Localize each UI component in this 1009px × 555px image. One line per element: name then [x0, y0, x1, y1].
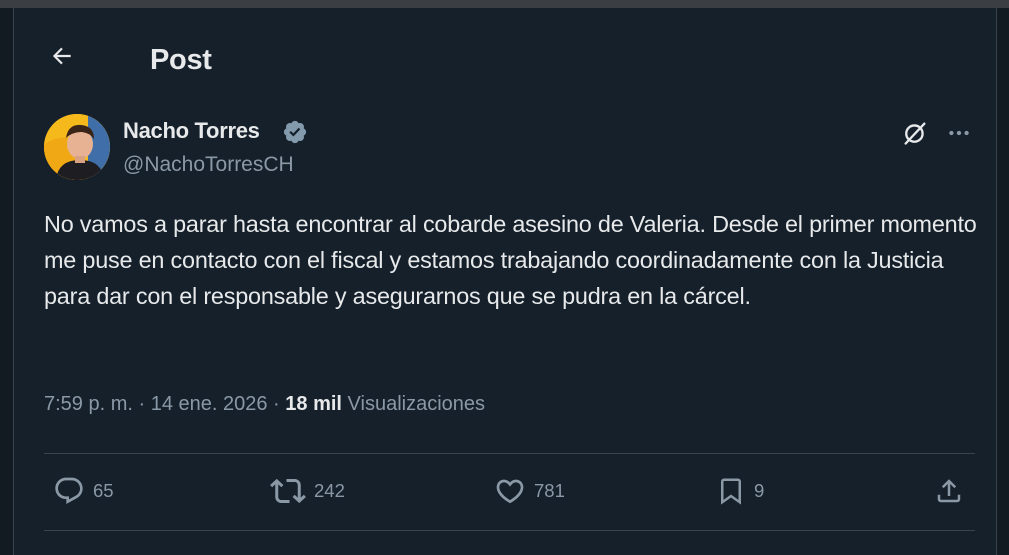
author-name[interactable]: Nacho Torres: [123, 118, 260, 144]
divider: [44, 530, 975, 531]
post-header: Post: [14, 8, 996, 98]
repost-count: 242: [314, 480, 345, 501]
divider: [44, 453, 975, 454]
reply-icon: [55, 477, 83, 504]
meta-separator: ·: [132, 393, 151, 415]
share-icon: [937, 479, 961, 503]
bookmark-button[interactable]: 9: [716, 474, 764, 508]
post-date[interactable]: 14 ene. 2026: [151, 393, 268, 415]
heart-icon: [496, 479, 524, 504]
post-metadata: 7:59 p. m. · 14 ene. 2026 · 18 mil Visua…: [44, 393, 485, 416]
window-top-bar: [0, 0, 1009, 8]
page-title: Post: [150, 44, 212, 76]
post-text: No vamos a parar hasta encontrar al coba…: [44, 211, 977, 309]
post-time[interactable]: 7:59 p. m.: [44, 393, 133, 415]
reply-count: 65: [93, 480, 114, 501]
like-button[interactable]: 781: [494, 474, 565, 508]
right-rail: [996, 8, 1009, 555]
bookmark-icon: [721, 478, 741, 505]
more-horizontal-icon: [949, 130, 969, 136]
avatar-image: [44, 114, 110, 180]
arrow-left-icon: [52, 47, 71, 65]
repost-button[interactable]: 242: [270, 474, 345, 508]
bookmark-count: 9: [754, 480, 765, 501]
views-label[interactable]: Visualizaciones: [342, 393, 486, 415]
reply-button[interactable]: 65: [53, 474, 114, 508]
left-rail: [0, 8, 14, 555]
like-count: 781: [534, 480, 565, 501]
author-handle[interactable]: @NachoTorresCH: [123, 153, 294, 177]
avatar[interactable]: [44, 114, 110, 180]
back-button[interactable]: [48, 42, 76, 70]
verified-badge-icon: [283, 120, 307, 144]
grok-icon: [904, 122, 926, 145]
more-button[interactable]: [944, 118, 974, 148]
share-button[interactable]: [934, 474, 964, 508]
grok-button[interactable]: [900, 118, 930, 148]
repost-icon: [270, 478, 306, 504]
views-count[interactable]: 18 mil: [285, 393, 342, 415]
meta-separator: ·: [267, 393, 286, 415]
